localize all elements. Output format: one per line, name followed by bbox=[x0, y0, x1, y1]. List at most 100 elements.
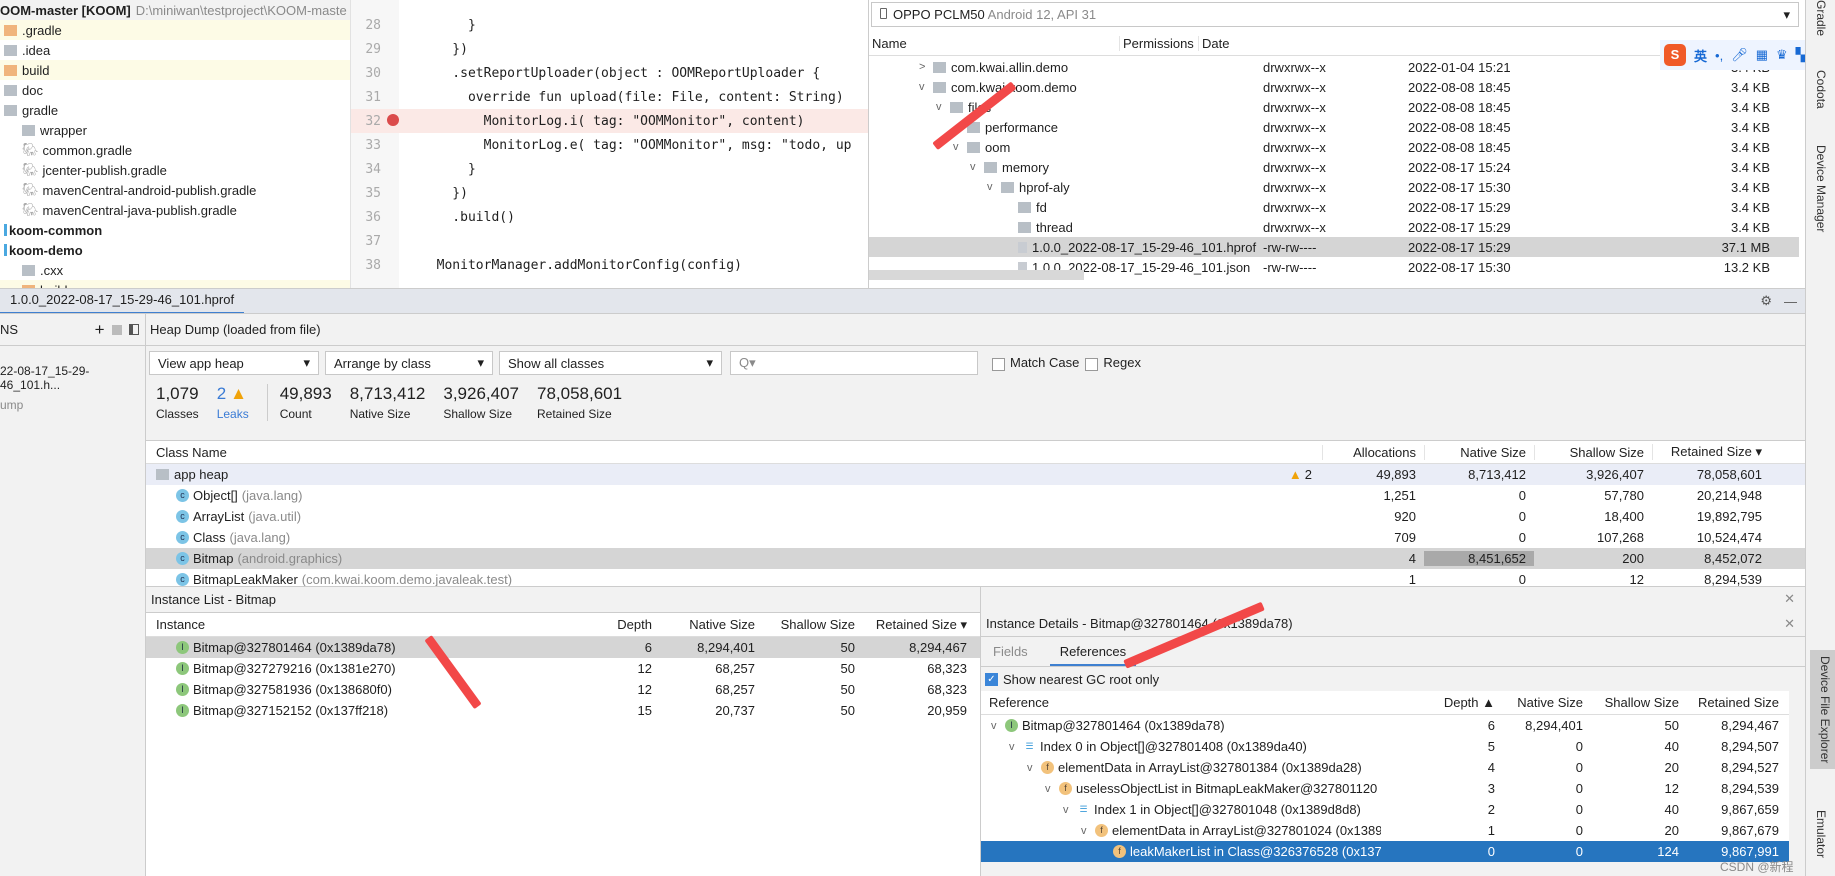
stat-leaks[interactable]: 2 ▲ Leaks bbox=[217, 384, 249, 421]
class-row[interactable]: c Object[] (java.lang) 1,251 0 57,780 20,214,9… bbox=[146, 485, 1805, 506]
chevron-icon[interactable]: v bbox=[970, 161, 984, 173]
chevron-icon[interactable]: v bbox=[953, 141, 967, 153]
col-native-size[interactable]: Native Size bbox=[660, 617, 763, 632]
col-instance[interactable]: Instance bbox=[146, 617, 606, 632]
col-depth[interactable]: Depth ▲ bbox=[1381, 695, 1503, 710]
reference-row[interactable]: v f elementData in ArrayList@327801384 (0x… bbox=[981, 757, 1789, 778]
instance-row[interactable]: I Bitmap@327152152 (0x137ff218) 15 20,737 50… bbox=[146, 700, 980, 721]
project-tree-item[interactable]: .cxx bbox=[0, 260, 350, 280]
col-shallow-size[interactable]: Shallow Size bbox=[1534, 444, 1652, 460]
class-row[interactable]: c Bitmap (android.graphics) 4 8,451,652 200 8,… bbox=[146, 548, 1805, 569]
tool-codota[interactable]: Codota bbox=[1814, 70, 1828, 109]
col-shallow-size[interactable]: Shallow Size bbox=[763, 617, 863, 632]
code-editor[interactable]: 28 } 29 }) 30 .setReportUploader(object : … bbox=[350, 0, 868, 288]
file-row[interactable]: 1.0.0_2022-08-17_15-29-46_101.hprof -rw-r… bbox=[869, 237, 1799, 257]
col-permissions[interactable]: Permissions bbox=[1119, 36, 1198, 51]
project-tree-item[interactable]: koom-demo bbox=[0, 240, 350, 260]
match-case-checkbox[interactable]: Match Case bbox=[992, 355, 1079, 371]
skin-icon[interactable]: ♛ bbox=[1776, 47, 1788, 63]
col-date[interactable]: Date bbox=[1198, 36, 1313, 51]
file-row[interactable]: thread drwxrwx--x 2022-08-17 15:29 3.4 KB bbox=[869, 217, 1799, 237]
project-tree-item[interactable]: doc bbox=[0, 80, 350, 100]
tool-device-file-explorer[interactable]: Device File Explorer bbox=[1810, 650, 1835, 770]
reference-row[interactable]: v ☰ Index 0 in Object[]@327801408 (0x1389d… bbox=[981, 736, 1789, 757]
minimize-icon[interactable]: — bbox=[1784, 294, 1797, 309]
add-session-icon[interactable]: + bbox=[95, 320, 105, 339]
chevron-icon[interactable]: v bbox=[919, 81, 933, 93]
instance-row[interactable]: I Bitmap@327279216 (0x1381e270) 12 68,257 50… bbox=[146, 658, 980, 679]
reference-row[interactable]: v f uselessObjectList in BitmapLeakMaker@3… bbox=[981, 778, 1789, 799]
gc-root-checkbox[interactable]: ✓ Show nearest GC root only bbox=[981, 667, 1805, 691]
col-name[interactable]: Name bbox=[869, 36, 1119, 51]
keyboard-icon[interactable]: ▦ bbox=[1756, 47, 1768, 63]
col-class-name[interactable]: Class Name bbox=[146, 445, 1322, 460]
tab-fields[interactable]: Fields bbox=[993, 644, 1028, 659]
instance-row[interactable]: I Bitmap@327581936 (0x138680f0) 12 68,257 50… bbox=[146, 679, 980, 700]
reference-row[interactable]: v I Bitmap@327801464 (0x1389da78) 6 8,294,40… bbox=[981, 715, 1789, 736]
project-tree-item[interactable]: wrapper bbox=[0, 120, 350, 140]
chevron-down-icon[interactable]: v bbox=[991, 720, 1005, 732]
project-tree-item[interactable]: gradle bbox=[0, 100, 350, 120]
arrange-dropdown[interactable]: Arrange by class ▾ bbox=[325, 351, 493, 375]
col-shallow-size[interactable]: Shallow Size bbox=[1591, 695, 1687, 710]
reference-row[interactable]: v f elementData in ArrayList@327801024 (0x… bbox=[981, 820, 1789, 841]
class-row[interactable]: c Class (java.lang) 709 0 107,268 10,524,474 bbox=[146, 527, 1805, 548]
reference-row[interactable]: f leakMakerList in Class@326376528 (0x137… bbox=[981, 841, 1789, 862]
stop-icon[interactable] bbox=[111, 324, 122, 335]
ime-language[interactable]: 英 bbox=[1694, 46, 1707, 65]
regex-checkbox[interactable]: Regex bbox=[1085, 355, 1141, 371]
project-tree-item[interactable]: .gradle bbox=[0, 20, 350, 40]
close-details-icon[interactable]: ✕ bbox=[1784, 616, 1795, 632]
project-tree-item[interactable]: build bbox=[0, 60, 350, 80]
horizontal-scrollbar[interactable] bbox=[869, 270, 1084, 280]
chevron-down-icon[interactable]: v bbox=[1027, 762, 1041, 774]
chevron-icon[interactable]: v bbox=[987, 181, 1001, 193]
view-heap-dropdown[interactable]: View app heap ▾ bbox=[149, 351, 319, 375]
project-tree-item[interactable]: koom-common bbox=[0, 220, 350, 240]
col-native-size[interactable]: Native Size bbox=[1424, 444, 1534, 460]
close-instance-list-icon[interactable]: ✕ bbox=[1784, 591, 1795, 607]
col-retained-size[interactable]: Retained Size ▾ bbox=[863, 617, 975, 633]
file-row[interactable]: v memory drwxrwx--x 2022-08-17 15:24 3.4 KB bbox=[869, 157, 1799, 177]
search-input[interactable]: Q▾ bbox=[730, 351, 978, 375]
class-row[interactable]: c ArrayList (java.util) 920 0 18,400 19,892,79… bbox=[146, 506, 1805, 527]
col-reference[interactable]: Reference bbox=[981, 695, 1381, 710]
project-tree-item[interactable]: 🐘︎ common.gradle bbox=[0, 140, 350, 160]
chevron-icon[interactable]: v bbox=[936, 101, 950, 113]
file-row[interactable]: v hprof-aly drwxrwx--x 2022-08-17 15:30 3.4 … bbox=[869, 177, 1799, 197]
project-tree-item[interactable]: .idea bbox=[0, 40, 350, 60]
col-retained-size[interactable]: Retained Size ▾ bbox=[1652, 444, 1770, 460]
project-tree-item[interactable]: 🐘︎ mavenCentral-android-publish.gradle bbox=[0, 180, 350, 200]
tool-gradle[interactable]: Gradle bbox=[1814, 0, 1828, 36]
file-row[interactable]: v oom drwxrwx--x 2022-08-08 18:45 3.4 KB bbox=[869, 137, 1799, 157]
reference-row[interactable]: v ☰ Index 1 in Object[]@327801048 (0x1389d… bbox=[981, 799, 1789, 820]
file-row[interactable]: fd drwxrwx--x 2022-08-17 15:29 3.4 KB bbox=[869, 197, 1799, 217]
microphone-icon[interactable]: 🎤︎ bbox=[1731, 47, 1748, 63]
col-retained-size[interactable]: Retained Size bbox=[1687, 695, 1787, 710]
punctuation-icon[interactable]: •, bbox=[1715, 48, 1723, 63]
col-depth[interactable]: Depth bbox=[606, 617, 660, 632]
chevron-down-icon[interactable]: v bbox=[1063, 804, 1077, 816]
class-filter-dropdown[interactable]: Show all classes ▾ bbox=[499, 351, 722, 375]
col-native-size[interactable]: Native Size bbox=[1503, 695, 1591, 710]
chevron-down-icon[interactable]: v bbox=[1081, 825, 1095, 837]
session-item[interactable]: 22-08-17_15-29-46_101.h... ump bbox=[0, 346, 145, 412]
chevron-down-icon[interactable]: v bbox=[1009, 741, 1023, 753]
class-row[interactable]: app heap ▲ 2 49,893 8,713,412 3,926,407 78,058… bbox=[146, 464, 1805, 485]
chevron-icon[interactable]: > bbox=[919, 61, 933, 73]
instance-row[interactable]: I Bitmap@327801464 (0x1389da78) 6 8,294,401… bbox=[146, 637, 980, 658]
collapse-panel-icon[interactable] bbox=[129, 323, 139, 335]
device-selector[interactable]: OPPO PCLM50 Android 12, API 31 ▾ bbox=[871, 2, 1799, 27]
file-row[interactable]: performance drwxrwx--x 2022-08-08 18:45 3.4… bbox=[869, 117, 1799, 137]
project-tree-item[interactable]: 🐘︎ mavenCentral-java-publish.gradle bbox=[0, 200, 350, 220]
breakpoint-icon[interactable] bbox=[381, 113, 421, 129]
file-row[interactable]: vfilesdrwxrwx--x2022-08-08 18:453.4 KB bbox=[869, 97, 1799, 117]
project-tree-item[interactable]: 🐘︎ jcenter-publish.gradle bbox=[0, 160, 350, 180]
col-allocations[interactable]: Allocations bbox=[1322, 444, 1424, 460]
tool-emulator[interactable]: Emulator bbox=[1814, 810, 1828, 858]
chevron-down-icon[interactable]: v bbox=[1045, 783, 1059, 795]
project-tree-item[interactable]: build bbox=[0, 280, 350, 288]
tool-device-manager[interactable]: Device Manager bbox=[1814, 145, 1828, 232]
gear-icon[interactable]: ⚙ bbox=[1760, 293, 1772, 309]
tab-hprof[interactable]: 1.0.0_2022-08-17_15-29-46_101.hprof bbox=[0, 289, 245, 313]
